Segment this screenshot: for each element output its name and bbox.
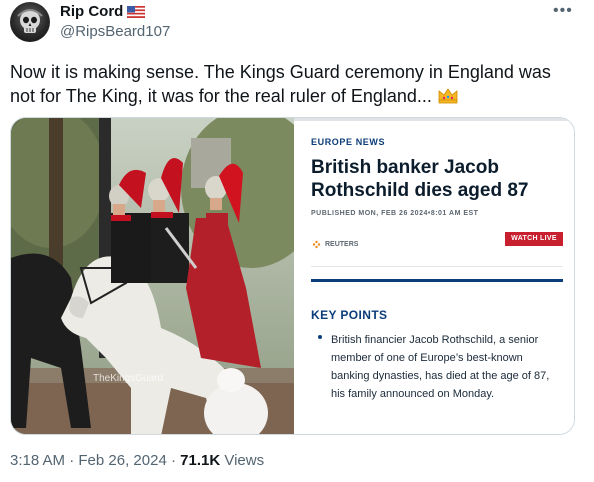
crown-icon (438, 88, 458, 104)
skull-icon (17, 9, 43, 33)
tweet-time[interactable]: 3:18 AM (10, 452, 65, 469)
views-label: Views (224, 452, 265, 469)
divider (311, 266, 563, 267)
key-points-divider (311, 279, 563, 282)
watch-live-button: WATCH LIVE (505, 232, 563, 246)
us-flag-icon (127, 5, 146, 18)
video-watermark: TheKingsGuard (93, 373, 164, 384)
avatar[interactable] (10, 2, 50, 42)
key-points-title: KEY POINTS (311, 308, 388, 322)
author-display-name[interactable]: Rip Cord (60, 3, 123, 20)
reuters-logo-icon (312, 240, 321, 249)
news-section-label: EUROPE NEWS (311, 137, 386, 147)
tweet-metadata: 3:18 AM · Feb 26, 2024 · 71.1K Views (10, 452, 265, 469)
author-name-row: Rip Cord (60, 3, 146, 20)
tweet-date[interactable]: Feb 26, 2024 (78, 452, 166, 469)
news-card: EUROPE NEWS British banker Jacob Rothsch… (294, 118, 574, 434)
views-count: 71.1K (180, 452, 221, 469)
key-point-text: British financier Jacob Rothschild, a se… (331, 334, 550, 400)
video-frame[interactable]: TheKingsGuard (11, 118, 294, 434)
bullet-icon (318, 335, 322, 339)
tweet-media[interactable]: TheKingsGuard EUROPE NEWS British banker… (10, 117, 575, 435)
tweet-body: Now it is making sense. The Kings Guard … (10, 62, 551, 106)
news-source: REUTERS (311, 239, 358, 250)
news-card-top-bar (294, 118, 574, 121)
news-source-label: REUTERS (325, 241, 359, 248)
news-published-date: PUBLISHED MON, FEB 26 2024•8:01 AM EST (311, 210, 479, 217)
kings-guard-photo (11, 118, 294, 434)
news-headline: British banker Jacob Rothschild dies age… (311, 157, 529, 201)
author-handle[interactable]: @RipsBeard107 (60, 23, 170, 40)
more-options-icon[interactable]: ••• (553, 2, 573, 20)
tweet: Rip Cord @RipsBeard107 ••• Now it is mak… (0, 0, 594, 482)
tweet-text: Now it is making sense. The Kings Guard … (10, 60, 580, 108)
